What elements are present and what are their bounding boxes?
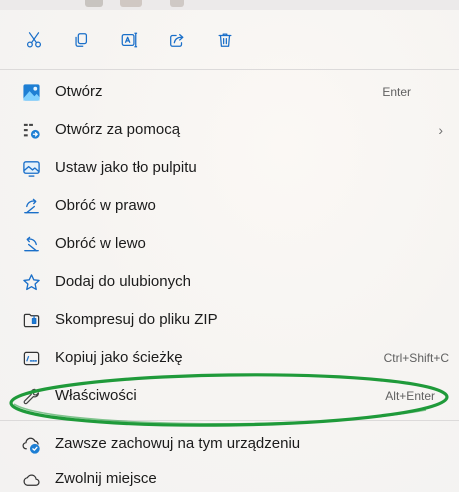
delete-button[interactable] <box>209 24 241 56</box>
cloud-sync-icon <box>21 435 41 454</box>
menu-item-rotate-right[interactable]: Obróć w prawo <box>0 187 459 225</box>
menu-item-add-to-favorites[interactable]: Dodaj do ulubionych <box>0 263 459 301</box>
menu-item-always-keep-on-device[interactable]: Zawsze zachowuj na tym urządzeniu <box>0 425 459 463</box>
context-toolbar <box>0 20 459 60</box>
rotate-left-icon <box>21 235 41 253</box>
rename-icon <box>121 32 138 48</box>
share-icon <box>170 33 184 47</box>
menu-item-rotate-left[interactable]: Obróć w lewo <box>0 225 459 263</box>
zip-icon <box>21 311 41 329</box>
image-app-icon <box>21 83 41 101</box>
shortcut-hint: Ctrl+Shift+C <box>383 351 449 365</box>
cut-button[interactable] <box>18 24 50 56</box>
menu-item-free-up-space[interactable]: Zwolnij miejsce <box>0 460 459 492</box>
menu-item-label: Otwórz <box>55 83 103 100</box>
share-button[interactable] <box>161 24 193 56</box>
copy-button[interactable] <box>65 24 97 56</box>
menu-item-label: Właściwości <box>55 387 137 404</box>
menu-item-open[interactable]: Otwórz Enter <box>0 73 459 111</box>
desktop-background-icon <box>21 159 41 177</box>
scissors-icon <box>26 32 42 48</box>
shortcut-hint: Enter <box>382 85 411 99</box>
context-menu: Otwórz Enter Otwórz za pomocą › Ustaw ja… <box>0 0 459 492</box>
menu-item-label: Dodaj do ulubionych <box>55 273 191 290</box>
menu-item-label: Zawsze zachowuj na tym urządzeniu <box>55 435 301 452</box>
menu-item-label: Zwolnij miejsce <box>55 470 157 487</box>
window-top-strip <box>0 0 459 10</box>
menu-item-properties[interactable]: Właściwości Alt+Enter <box>0 377 459 415</box>
trash-icon <box>218 33 232 47</box>
menu-item-label: Obróć w prawo <box>55 197 156 214</box>
copy-path-icon <box>21 349 41 367</box>
menu-item-copy-as-path[interactable]: Kopiuj jako ścieżkę Ctrl+Shift+C <box>0 339 459 377</box>
cloud-icon <box>21 470 41 488</box>
menu-item-label: Otwórz za pomocą <box>55 121 181 138</box>
submenu-arrow-icon: › <box>438 122 443 138</box>
menu-item-label: Kopiuj jako ścieżkę <box>55 349 183 366</box>
wrench-icon <box>21 387 41 405</box>
rename-button[interactable] <box>113 24 145 56</box>
menu-item-open-with[interactable]: Otwórz za pomocą › <box>0 111 459 149</box>
copy-icon <box>75 33 88 47</box>
rotate-right-icon <box>21 197 41 215</box>
open-with-icon <box>21 121 41 139</box>
menu-item-compress-zip[interactable]: Skompresuj do pliku ZIP <box>0 301 459 339</box>
menu-item-label: Obróć w lewo <box>55 235 146 252</box>
star-icon <box>21 273 41 291</box>
menu-item-set-desktop-background[interactable]: Ustaw jako tło pulpitu <box>0 149 459 187</box>
menu-separator <box>0 420 459 421</box>
menu-item-label: Ustaw jako tło pulpitu <box>55 159 197 176</box>
menu-item-label: Skompresuj do pliku ZIP <box>55 311 218 328</box>
shortcut-hint: Alt+Enter <box>385 389 435 403</box>
toolbar-separator <box>0 69 459 70</box>
